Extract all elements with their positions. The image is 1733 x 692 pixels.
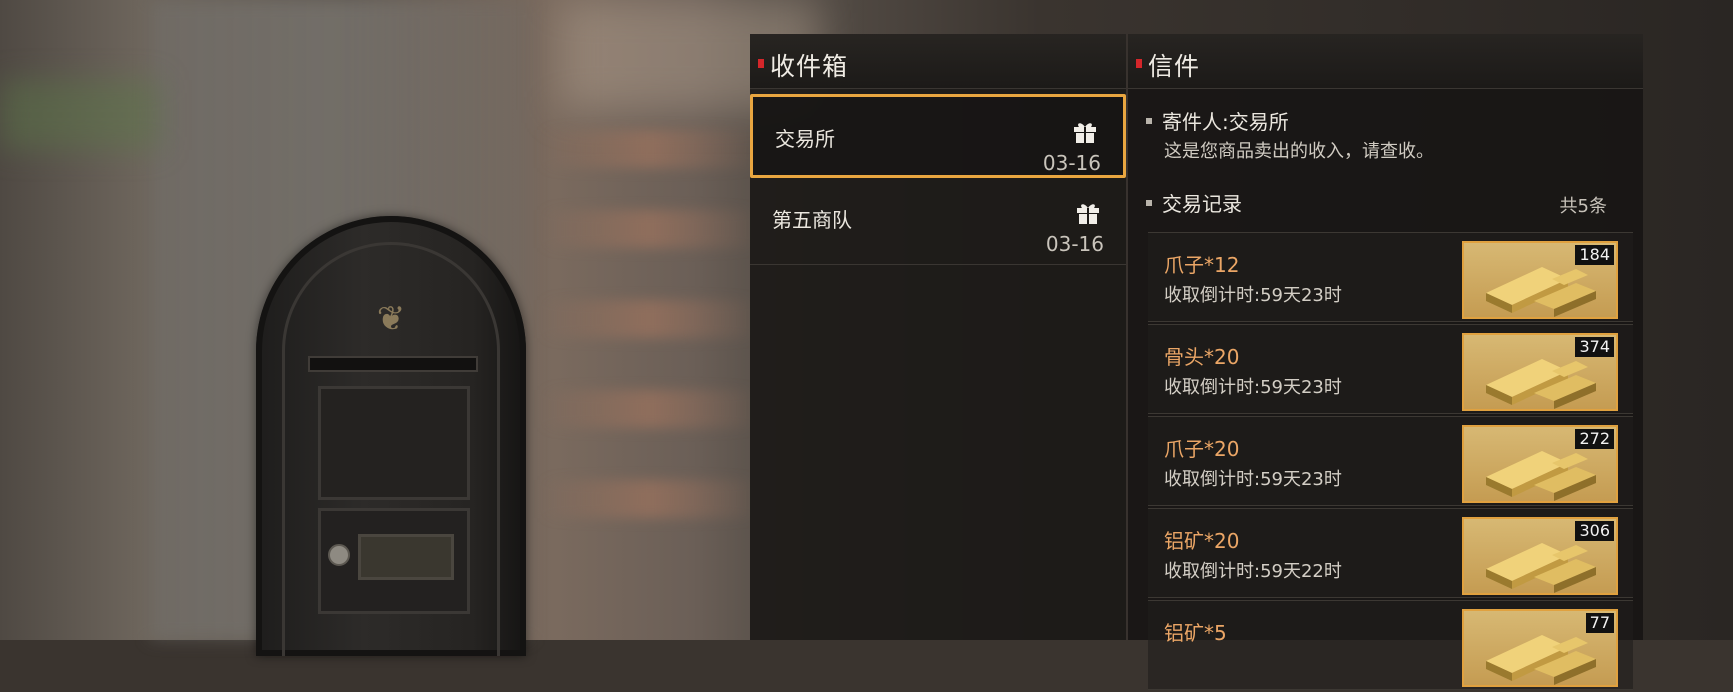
gift-icon — [1077, 204, 1099, 224]
mail-panel: 信件 寄件人:交易所 这是您商品卖出的收入，请查收。 交易记录 共5条 爪子*1… — [1128, 34, 1643, 690]
mail-sender: 交易所 — [775, 127, 835, 151]
reward-slot[interactable]: 184 — [1462, 241, 1618, 319]
lock-icon — [328, 544, 350, 566]
record-row[interactable]: 爪子*12 收取倒计时:59天23时 184 — [1148, 232, 1633, 322]
reward-quantity: 184 — [1575, 245, 1614, 265]
record-timer: 收取倒计时:59天23时 — [1164, 469, 1342, 490]
mail-date: 03-16 — [1045, 232, 1104, 256]
record-row[interactable]: 爪子*20 收取倒计时:59天23时 272 — [1148, 416, 1633, 506]
inbox-panel: 收件箱 交易所 03-16 第五商队 03-16 — [750, 34, 1126, 640]
records-list[interactable]: 爪子*12 收取倒计时:59天23时 184 骨头*20 收取倒计时:59天23… — [1148, 232, 1633, 692]
reward-quantity: 374 — [1575, 337, 1614, 357]
record-timer: 收取倒计时:59天22时 — [1164, 561, 1342, 582]
inbox-title: 收件箱 — [770, 52, 849, 81]
record-item: 铝矿*20 — [1164, 529, 1240, 553]
mail-title: 信件 — [1148, 52, 1201, 81]
reward-quantity: 272 — [1575, 429, 1614, 449]
ornament-icon: ❦ — [376, 299, 406, 339]
reward-slot[interactable]: 374 — [1462, 333, 1618, 411]
inbox-header: 收件箱 — [750, 34, 1126, 89]
record-item: 铝矿*5 — [1164, 621, 1227, 645]
header-marker — [758, 59, 764, 68]
mail-item-selected[interactable]: 交易所 03-16 — [750, 94, 1126, 178]
reward-slot[interactable]: 77 — [1462, 609, 1618, 687]
header-marker — [1136, 59, 1142, 68]
record-item: 骨头*20 — [1164, 345, 1240, 369]
records-title-text: 交易记录 — [1162, 192, 1242, 216]
reward-slot[interactable]: 306 — [1462, 517, 1618, 595]
record-row[interactable]: 铝矿*5 77 — [1148, 600, 1633, 690]
reward-slot[interactable]: 272 — [1462, 425, 1618, 503]
mail-header: 信件 — [1128, 34, 1643, 89]
record-item: 爪子*20 — [1164, 437, 1240, 461]
mail-date: 03-16 — [1042, 151, 1101, 175]
record-row[interactable]: 铝矿*20 收取倒计时:59天22时 306 — [1148, 508, 1633, 598]
mailbox-model: ❦ — [256, 216, 526, 656]
mail-sender: 第五商队 — [772, 208, 852, 232]
reward-quantity: 77 — [1585, 613, 1614, 633]
mail-message: 这是您商品卖出的收入，请查收。 — [1164, 141, 1434, 162]
record-row[interactable]: 骨头*20 收取倒计时:59天23时 374 — [1148, 324, 1633, 414]
records-count: 共5条 — [1559, 196, 1607, 217]
mail-item[interactable]: 第五商队 03-16 — [750, 180, 1126, 265]
sender-line: 寄件人:交易所 — [1146, 106, 1289, 135]
record-timer: 收取倒计时:59天23时 — [1164, 285, 1342, 306]
records-title: 交易记录 — [1146, 188, 1242, 217]
sender-text: 寄件人:交易所 — [1162, 110, 1289, 134]
gift-icon — [1074, 123, 1096, 143]
record-item: 爪子*12 — [1164, 253, 1240, 277]
record-timer: 收取倒计时:59天23时 — [1164, 377, 1342, 398]
reward-quantity: 306 — [1575, 521, 1614, 541]
